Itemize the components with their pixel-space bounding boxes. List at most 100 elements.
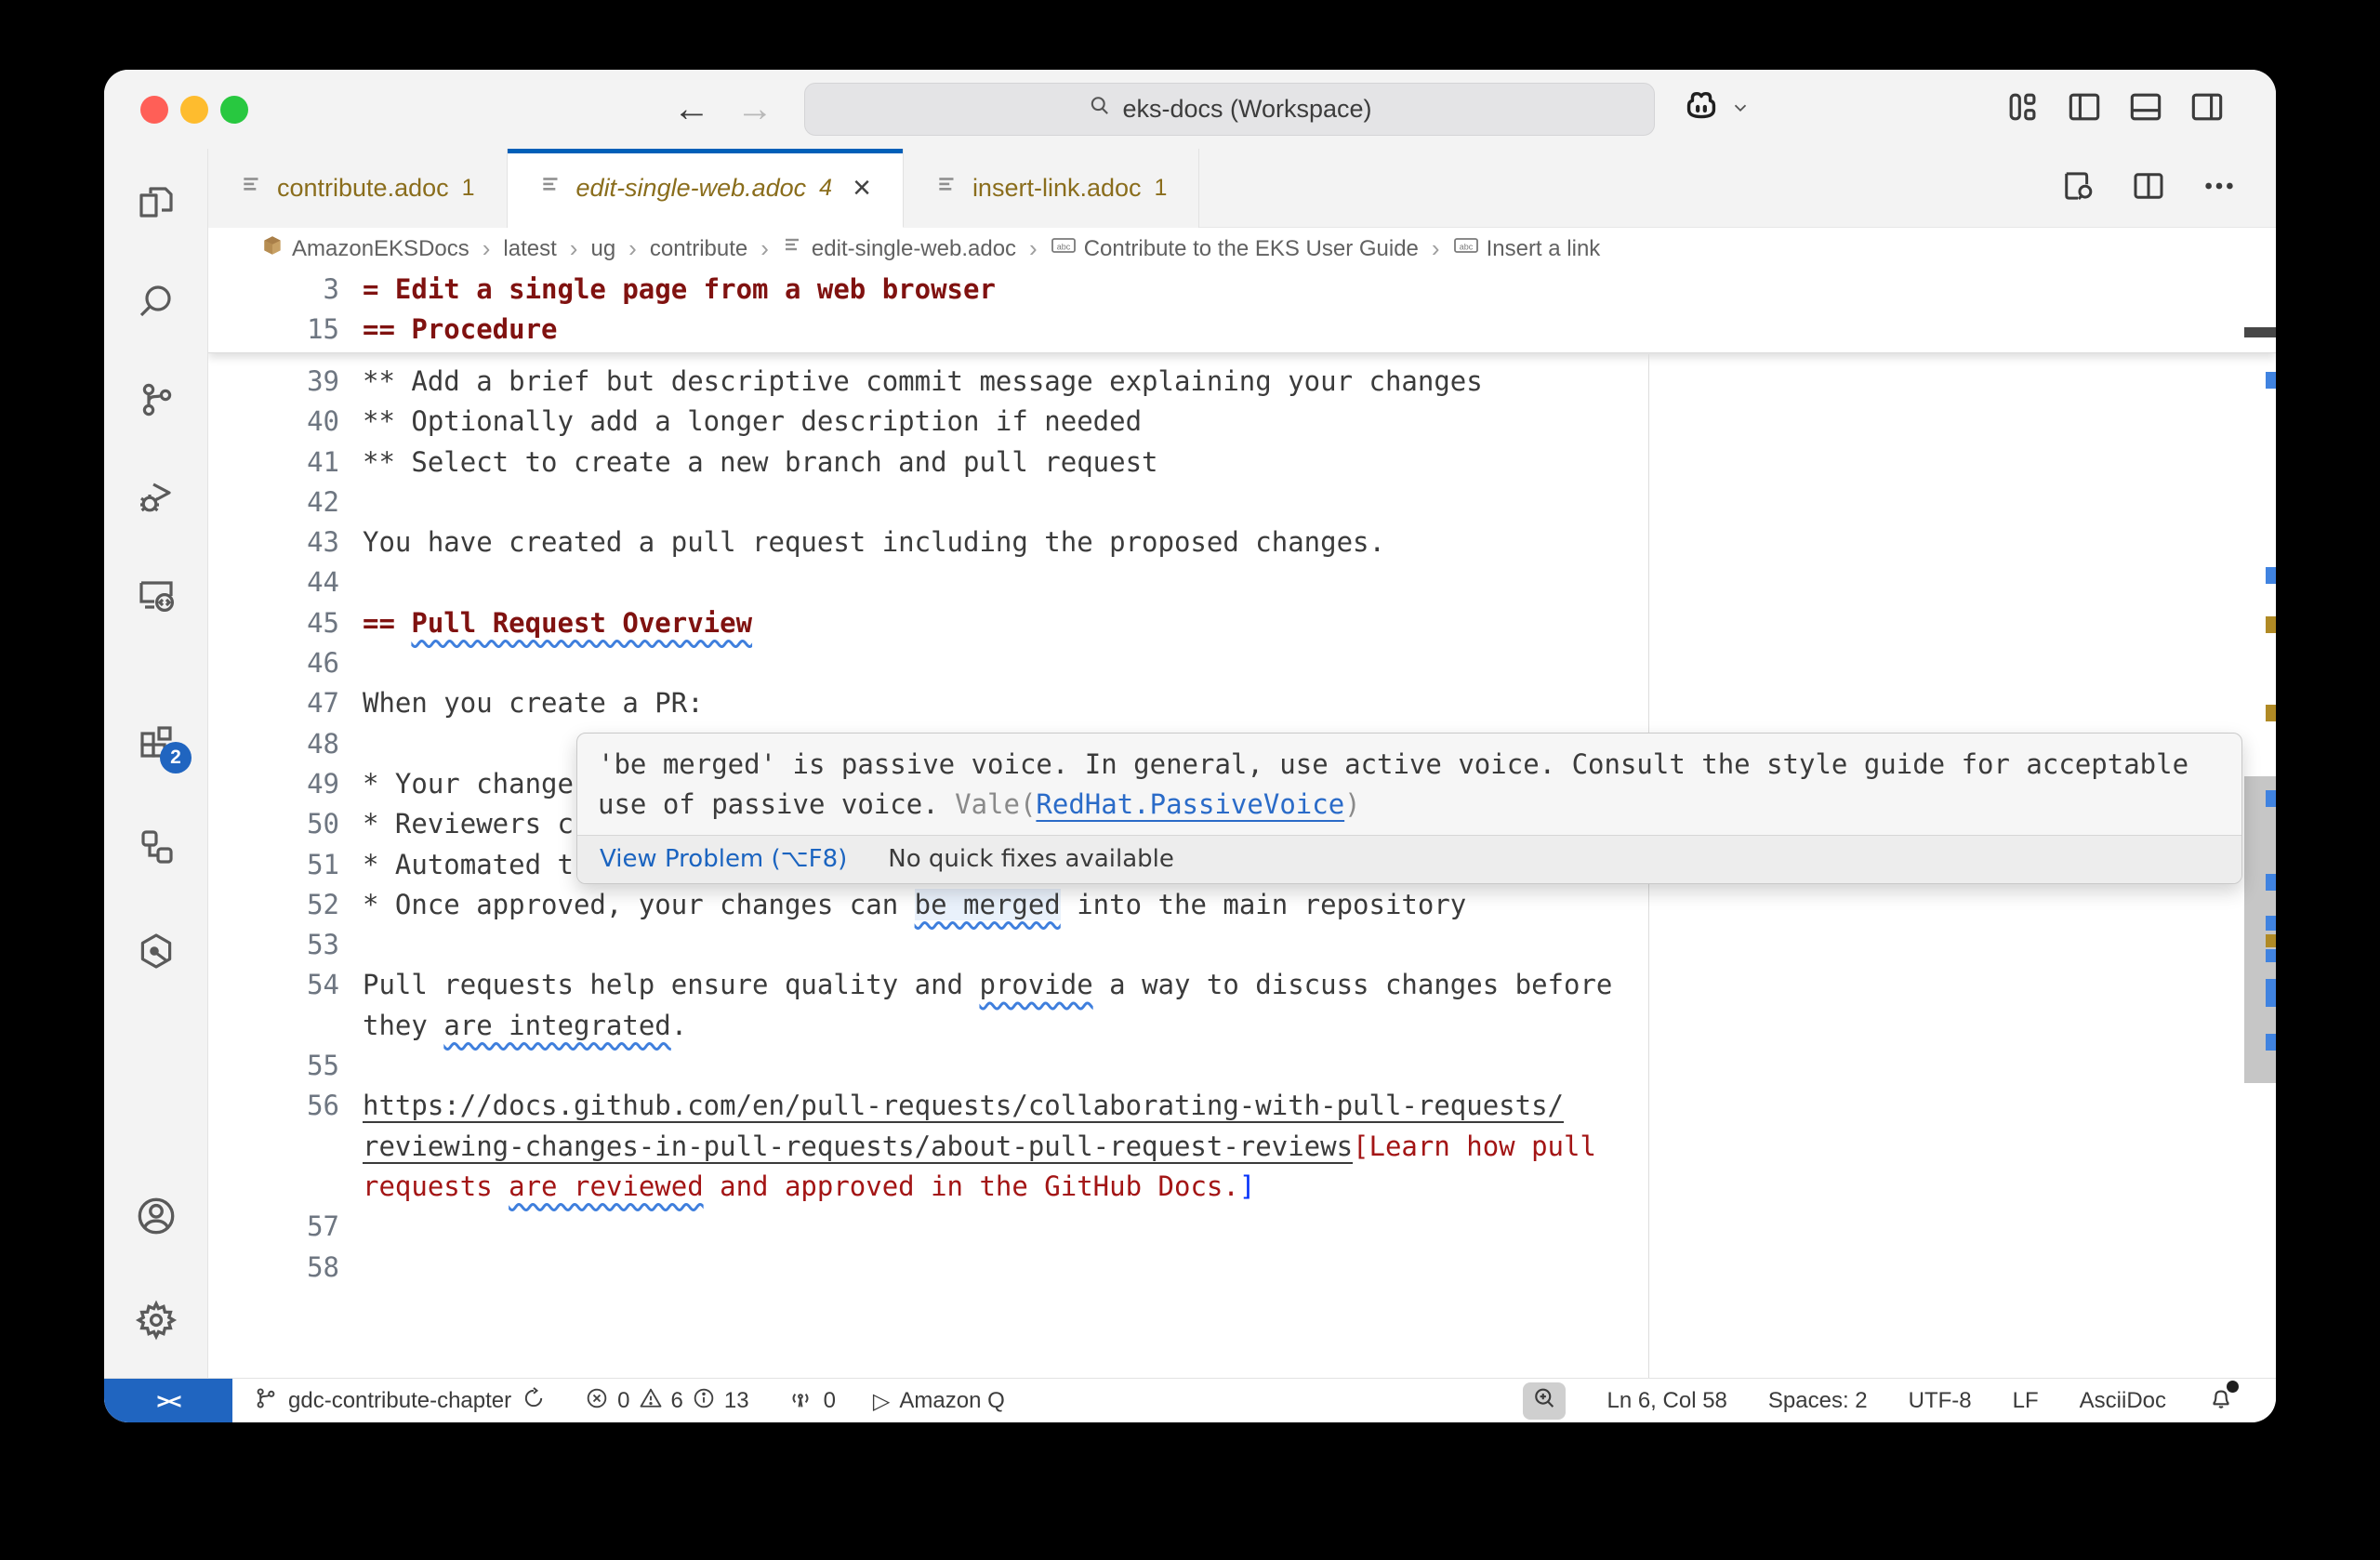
editor-row[interactable]: 39** Add a brief but descriptive commit … xyxy=(208,362,2276,402)
encoding[interactable]: UTF-8 xyxy=(1909,1388,1972,1414)
editor-row[interactable]: 42 xyxy=(208,483,2276,522)
code-line[interactable] xyxy=(339,724,363,764)
ports-indicator[interactable]: 0 xyxy=(787,1384,836,1419)
breadcrumb-item-section[interactable]: abc Contribute to the EKS User Guide xyxy=(1051,232,1419,265)
code-line[interactable]: ** Add a brief but descriptive commit me… xyxy=(339,362,1483,402)
line-number[interactable]: 52 xyxy=(208,885,339,925)
code-line[interactable]: they are integrated. xyxy=(339,1006,687,1046)
editor-row[interactable]: 3= Edit a single page from a web browser xyxy=(208,270,2276,310)
sticky-scroll[interactable]: 3= Edit a single page from a web browser… xyxy=(208,270,2276,353)
code-line[interactable] xyxy=(339,1046,363,1086)
breadcrumb-item-contribute[interactable]: contribute xyxy=(650,236,747,262)
editor-row[interactable]: 56https://docs.github.com/en/pull-reques… xyxy=(208,1086,2276,1126)
vale-rule-link[interactable]: RedHat.PassiveVoice xyxy=(1036,788,1344,820)
copilot-menu[interactable] xyxy=(1680,86,1751,134)
layout-panel-icon[interactable] xyxy=(2125,86,2166,127)
editor-row[interactable]: 54Pull requests help ensure quality and … xyxy=(208,965,2276,1005)
line-number[interactable]: 3 xyxy=(208,270,339,310)
code-line[interactable]: == Procedure xyxy=(339,310,558,350)
line-number[interactable]: 47 xyxy=(208,683,339,723)
layout-sidebar-right-icon[interactable] xyxy=(2187,86,2228,127)
minimize-window-button[interactable] xyxy=(180,96,208,124)
code-line[interactable]: https://docs.github.com/en/pull-requests… xyxy=(339,1086,1564,1126)
line-number[interactable]: 15 xyxy=(208,310,339,350)
sidebar-item-run-debug[interactable] xyxy=(104,471,208,527)
editor-row[interactable]: 55 xyxy=(208,1046,2276,1086)
editor-row[interactable]: 15== Procedure xyxy=(208,310,2276,350)
editor-row[interactable]: they are integrated. xyxy=(208,1006,2276,1046)
language-mode[interactable]: AsciiDoc xyxy=(2080,1388,2166,1414)
line-number[interactable] xyxy=(208,1127,339,1167)
line-number[interactable]: 55 xyxy=(208,1046,339,1086)
sidebar-item-search[interactable] xyxy=(104,276,208,332)
sidebar-item-source-control[interactable] xyxy=(104,374,208,430)
editor-row[interactable]: 40** Optionally add a longer description… xyxy=(208,402,2276,442)
editor-row[interactable]: 52* Once approved, your changes can be m… xyxy=(208,885,2276,925)
line-number[interactable]: 49 xyxy=(208,764,339,804)
line-number[interactable] xyxy=(208,1006,339,1046)
line-number[interactable]: 48 xyxy=(208,724,339,764)
code-line[interactable]: * Reviewers c xyxy=(339,804,574,844)
zoom-status-button[interactable] xyxy=(1523,1382,1566,1420)
sidebar-item-extensions[interactable]: 2 xyxy=(104,718,208,773)
code-line[interactable]: ** Optionally add a longer description i… xyxy=(339,402,1142,442)
code-line[interactable]: ** Select to create a new branch and pul… xyxy=(339,443,1158,483)
view-problem-button[interactable]: View Problem (⌥F8) xyxy=(600,845,847,873)
zoom-window-button[interactable] xyxy=(220,96,248,124)
sidebar-item-remote-explorer[interactable] xyxy=(104,569,208,625)
line-number[interactable]: 51 xyxy=(208,845,339,885)
code-line[interactable]: When you create a PR: xyxy=(339,683,704,723)
open-preview-icon[interactable] xyxy=(2058,166,2097,210)
problems-indicator[interactable]: 0 6 13 xyxy=(584,1385,748,1418)
editor-row[interactable]: 43You have created a pull request includ… xyxy=(208,522,2276,562)
split-editor-icon[interactable] xyxy=(2129,166,2168,210)
editor-row[interactable]: 44 xyxy=(208,562,2276,602)
editor-row[interactable]: requests are reviewed and approved in th… xyxy=(208,1167,2276,1207)
code-line[interactable]: = Edit a single page from a web browser xyxy=(339,270,996,310)
amazon-q-indicator[interactable]: ▷ Amazon Q xyxy=(873,1388,1005,1415)
layout-sidebar-left-icon[interactable] xyxy=(2064,86,2105,127)
sidebar-item-settings[interactable] xyxy=(104,1294,208,1350)
tab-insert-link-adoc[interactable]: insert-link.adoc 1 xyxy=(904,149,1199,228)
editor-row[interactable]: 45== Pull Request Overview xyxy=(208,603,2276,643)
code-line[interactable]: == Pull Request Overview xyxy=(339,603,752,643)
workspace-search-input[interactable]: eks-docs (Workspace) xyxy=(804,83,1655,136)
breadcrumb-item-file[interactable]: edit-single-web.adoc xyxy=(782,234,1016,263)
editor-row[interactable]: 58 xyxy=(208,1248,2276,1288)
code-line[interactable] xyxy=(339,925,363,965)
breadcrumb-item-workspace[interactable]: AmazonEKSDocs xyxy=(260,233,469,264)
line-number[interactable]: 53 xyxy=(208,925,339,965)
close-icon[interactable]: × xyxy=(853,170,871,206)
code-line[interactable]: reviewing-changes-in-pull-requests/about… xyxy=(339,1127,1596,1167)
cursor-position[interactable]: Ln 6, Col 58 xyxy=(1606,1388,1726,1414)
line-number[interactable]: 41 xyxy=(208,443,339,483)
code-line[interactable] xyxy=(339,1207,363,1247)
back-arrow-icon[interactable]: ← xyxy=(673,70,710,149)
editor-row[interactable]: 47When you create a PR: xyxy=(208,683,2276,723)
editor-pane[interactable]: 39** Add a brief but descriptive commit … xyxy=(208,270,2276,1378)
code-line[interactable]: * Your change xyxy=(339,764,574,804)
line-number[interactable]: 57 xyxy=(208,1207,339,1247)
line-number[interactable]: 56 xyxy=(208,1086,339,1126)
tab-contribute-adoc[interactable]: contribute.adoc 1 xyxy=(208,149,508,228)
breadcrumb-item-ug[interactable]: ug xyxy=(590,236,615,262)
line-number[interactable]: 54 xyxy=(208,965,339,1005)
line-number[interactable]: 44 xyxy=(208,562,339,602)
sidebar-item-hexagon-extension[interactable] xyxy=(104,925,208,981)
line-number[interactable]: 40 xyxy=(208,402,339,442)
line-number[interactable] xyxy=(208,1167,339,1207)
indentation[interactable]: Spaces: 2 xyxy=(1768,1388,1868,1414)
code-line[interactable]: * Automated t xyxy=(339,845,574,885)
editor-row[interactable]: 46 xyxy=(208,643,2276,683)
editor-row[interactable]: 57 xyxy=(208,1207,2276,1247)
code-line[interactable]: Pull requests help ensure quality and pr… xyxy=(339,965,1612,1005)
editor-row[interactable]: 53 xyxy=(208,925,2276,965)
sidebar-item-account[interactable] xyxy=(104,1190,208,1246)
line-number[interactable]: 46 xyxy=(208,643,339,683)
breadcrumb-item-latest[interactable]: latest xyxy=(503,236,556,262)
code-line[interactable] xyxy=(339,1248,363,1288)
branch-indicator[interactable]: gdc-contribute-chapter xyxy=(253,1385,547,1418)
line-number[interactable]: 45 xyxy=(208,603,339,643)
sidebar-item-explorer[interactable] xyxy=(104,177,208,232)
code-line[interactable] xyxy=(339,562,363,602)
